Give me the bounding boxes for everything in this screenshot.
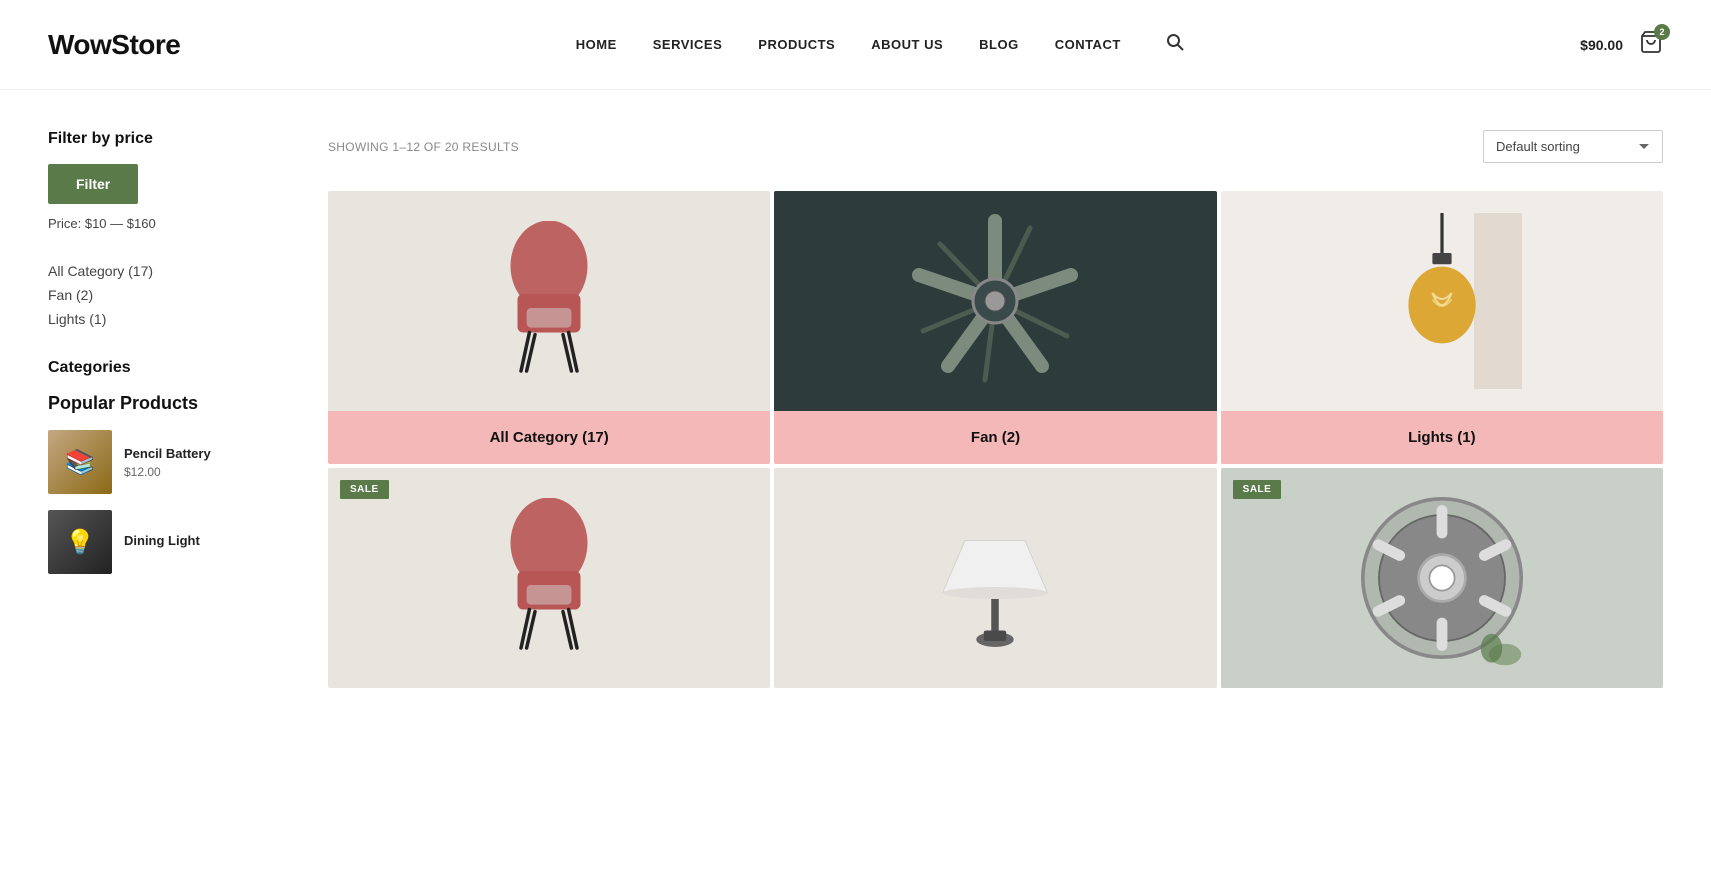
sidebar: Filter by price Filter Price: $10 — $160… bbox=[48, 130, 288, 688]
navigation: HOME SERVICES PRODUCTS ABOUT US BLOG CON… bbox=[576, 32, 1185, 57]
category-list: All Category (17) Fan (2) Lights (1) bbox=[48, 263, 288, 327]
sale-badge-3: SALE bbox=[1233, 480, 1282, 499]
product-card-1[interactable]: SALE bbox=[328, 468, 770, 688]
category-image-lights bbox=[1221, 191, 1663, 411]
header: WowStore HOME SERVICES PRODUCTS ABOUT US… bbox=[0, 0, 1711, 90]
popular-products-title: Popular Products bbox=[48, 393, 288, 414]
popular-product-name-2: Dining Light bbox=[124, 533, 200, 548]
nav-products[interactable]: PRODUCTS bbox=[758, 37, 835, 52]
category-label-all: All Category (17) bbox=[328, 411, 770, 464]
nav-blog[interactable]: BLOG bbox=[979, 37, 1019, 52]
sale-badge-1: SALE bbox=[340, 480, 389, 499]
nav-home[interactable]: HOME bbox=[576, 37, 617, 52]
product-image-1 bbox=[328, 468, 770, 688]
category-image-all bbox=[328, 191, 770, 411]
category-item-all[interactable]: All Category (17) bbox=[48, 263, 288, 279]
main-toolbar: SHOWING 1–12 OF 20 RESULTS Default sorti… bbox=[328, 130, 1663, 163]
category-label-lights: Lights (1) bbox=[1221, 411, 1663, 464]
logo[interactable]: WowStore bbox=[48, 29, 180, 61]
category-card-fan[interactable]: Fan (2) bbox=[774, 191, 1216, 464]
nav-contact[interactable]: CONTACT bbox=[1055, 37, 1121, 52]
page-body: Filter by price Filter Price: $10 — $160… bbox=[0, 90, 1711, 728]
light-thumb-icon: 💡 bbox=[48, 510, 112, 574]
popular-product-thumb-2: 💡 bbox=[48, 510, 112, 574]
results-count: SHOWING 1–12 OF 20 RESULTS bbox=[328, 140, 519, 154]
main-content: SHOWING 1–12 OF 20 RESULTS Default sorti… bbox=[328, 130, 1663, 688]
popular-product-price-1: $12.00 bbox=[124, 465, 211, 479]
filter-by-price-title: Filter by price bbox=[48, 130, 288, 148]
product-card-3[interactable]: SALE bbox=[1221, 468, 1663, 688]
cart-badge: 2 bbox=[1654, 24, 1670, 40]
popular-product-thumb-1: 📚 bbox=[48, 430, 112, 494]
categories-title: Categories bbox=[48, 359, 288, 377]
header-right: $90.00 2 bbox=[1580, 30, 1663, 59]
cart-price: $90.00 bbox=[1580, 37, 1623, 53]
category-card-lights[interactable]: Lights (1) bbox=[1221, 191, 1663, 464]
category-item-lights[interactable]: Lights (1) bbox=[48, 311, 288, 327]
sort-select[interactable]: Default sorting Sort by popularity Sort … bbox=[1483, 130, 1663, 163]
popular-product-dining-light[interactable]: 💡 Dining Light bbox=[48, 510, 288, 574]
category-grid: All Category (17) bbox=[328, 191, 1663, 464]
search-icon[interactable] bbox=[1165, 32, 1185, 57]
books-icon: 📚 bbox=[48, 430, 112, 494]
category-card-all[interactable]: All Category (17) bbox=[328, 191, 770, 464]
price-range: Price: $10 — $160 bbox=[48, 216, 288, 231]
filter-button[interactable]: Filter bbox=[48, 164, 138, 204]
nav-about[interactable]: ABOUT US bbox=[871, 37, 943, 52]
nav-services[interactable]: SERVICES bbox=[653, 37, 723, 52]
popular-product-name-1: Pencil Battery bbox=[124, 446, 211, 461]
popular-product-pencil-battery[interactable]: 📚 Pencil Battery $12.00 bbox=[48, 430, 288, 494]
cart-icon[interactable]: 2 bbox=[1639, 30, 1663, 59]
product-image-2 bbox=[774, 468, 1216, 688]
category-image-fan bbox=[774, 191, 1216, 411]
product-card-2[interactable] bbox=[774, 468, 1216, 688]
category-item-fan[interactable]: Fan (2) bbox=[48, 287, 288, 303]
product-image-3 bbox=[1221, 468, 1663, 688]
category-label-fan: Fan (2) bbox=[774, 411, 1216, 464]
product-grid: SALE bbox=[328, 468, 1663, 688]
